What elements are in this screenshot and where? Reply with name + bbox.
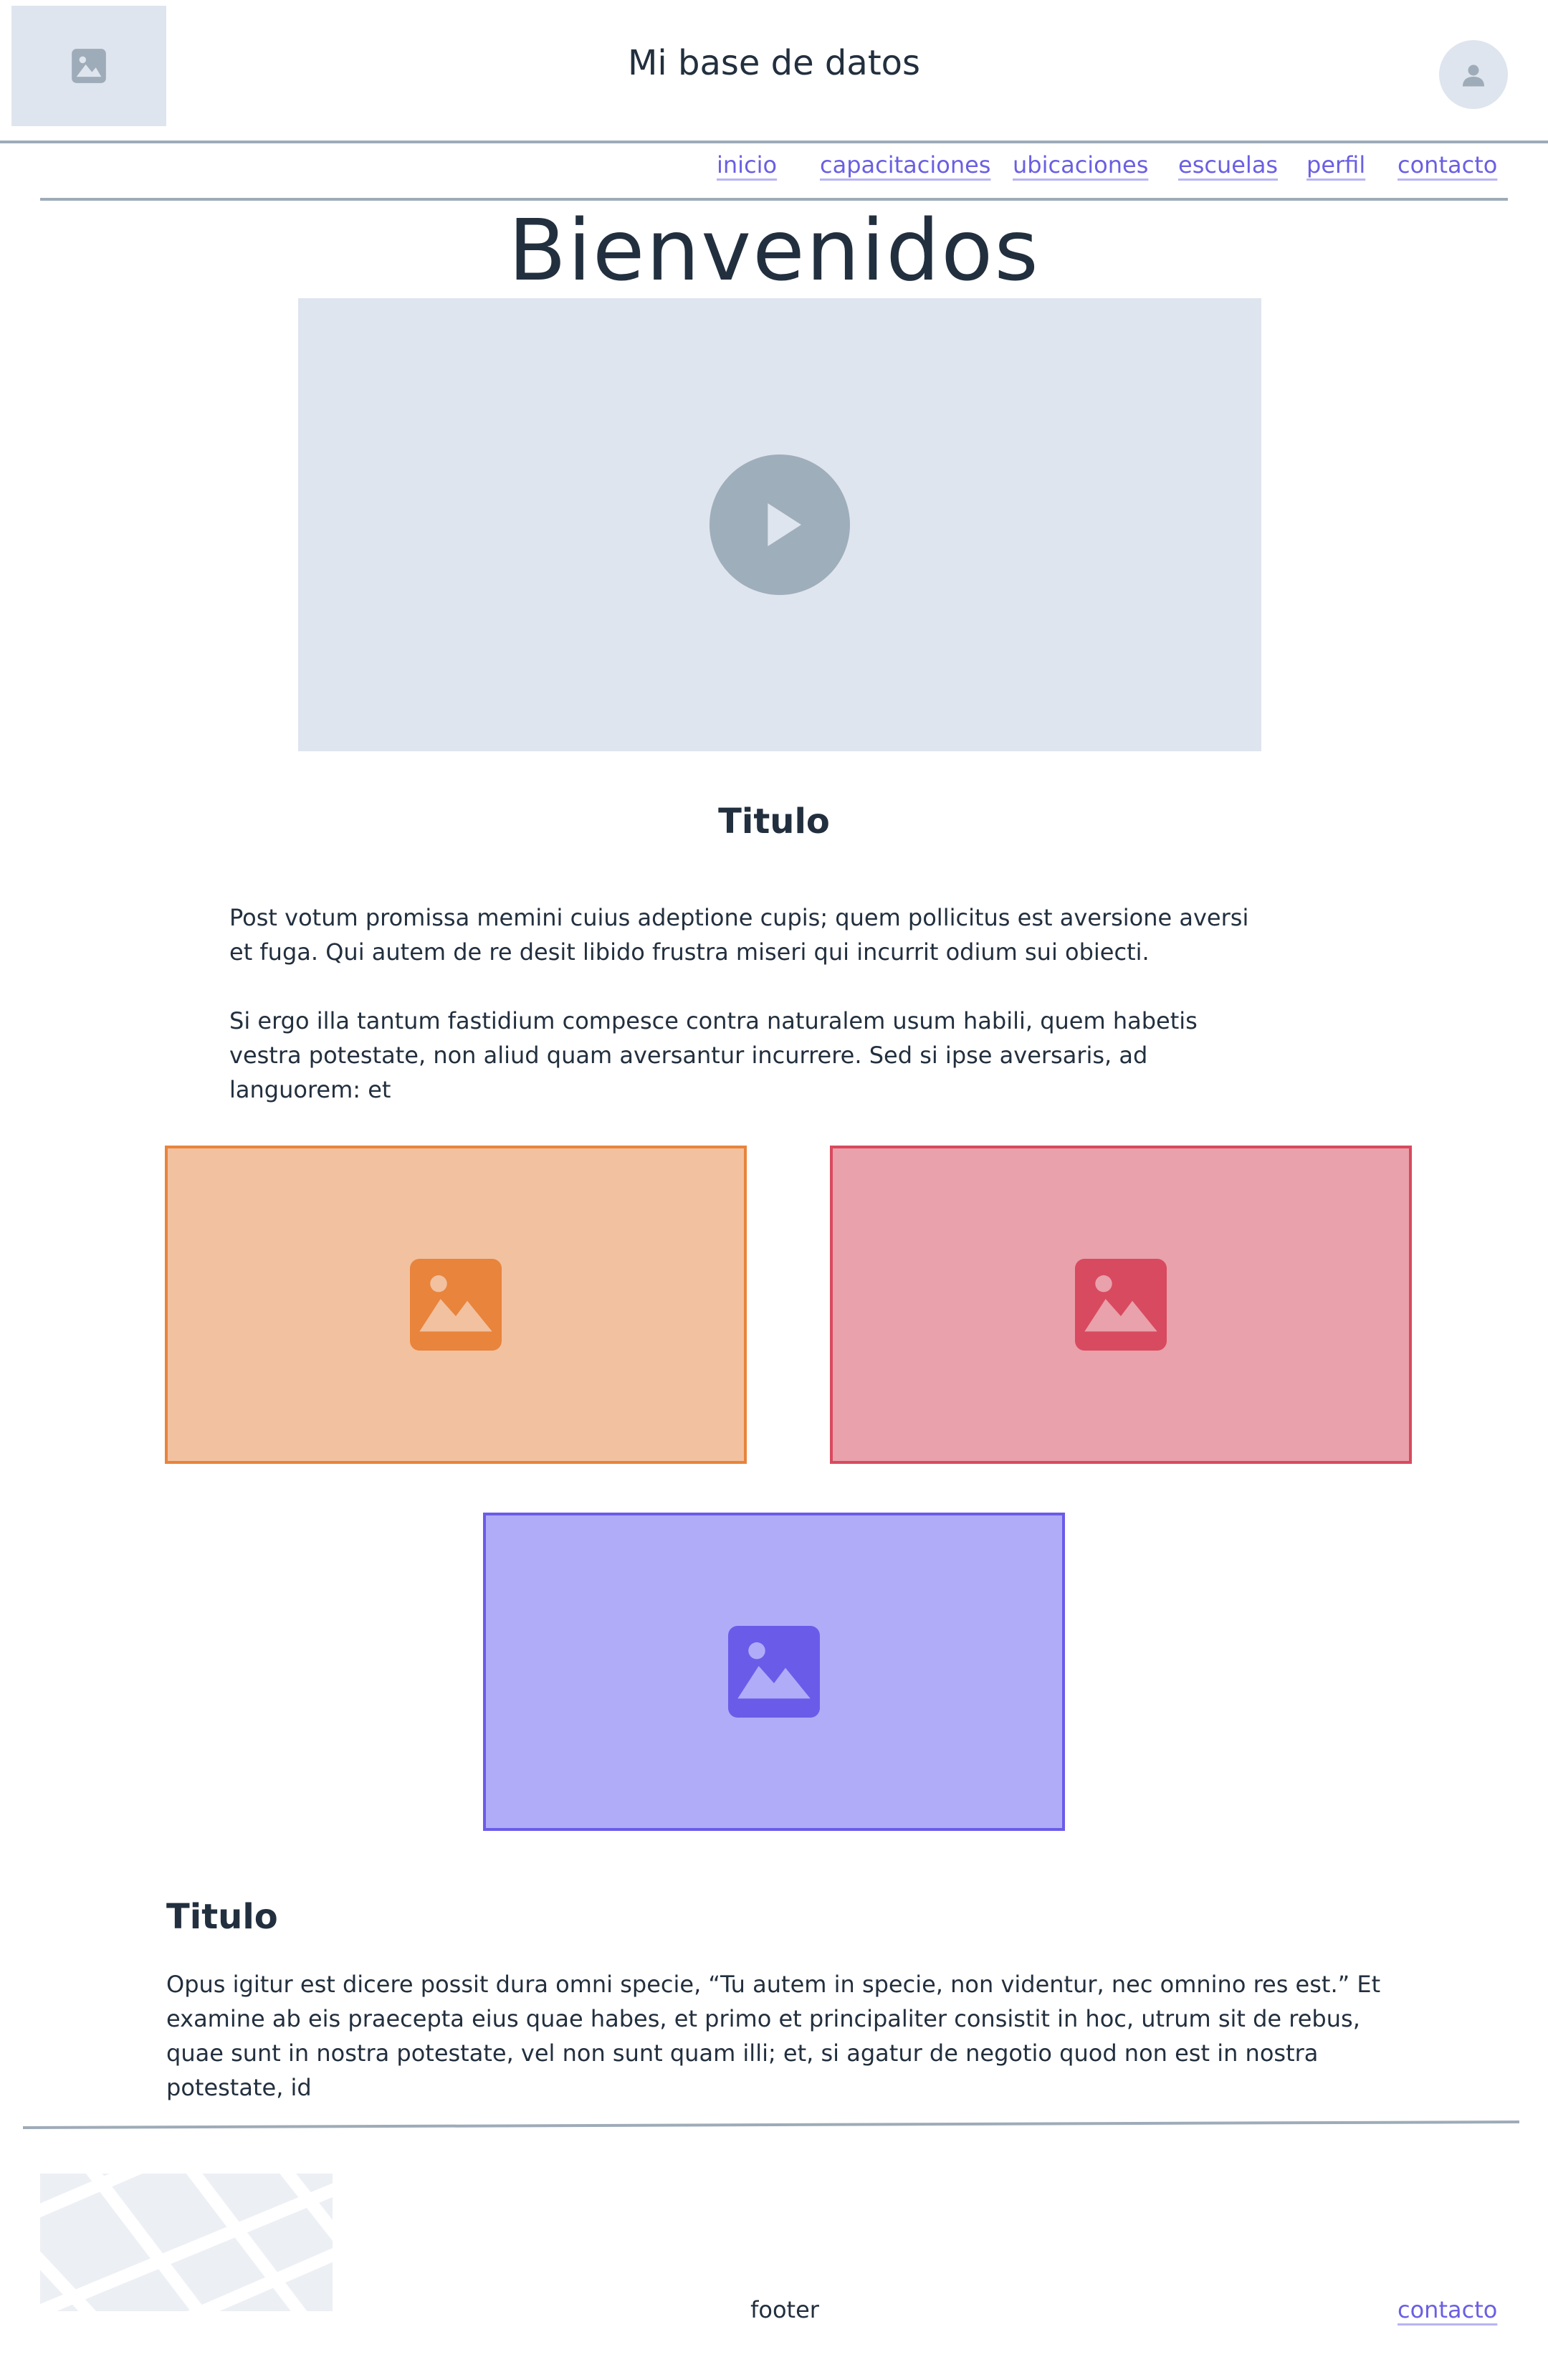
- nav-link-inicio[interactable]: inicio: [717, 151, 777, 178]
- image-card-orange[interactable]: [165, 1146, 747, 1464]
- nav-link-escuelas[interactable]: escuelas: [1178, 151, 1278, 178]
- user-icon: [1463, 65, 1484, 87]
- nav-link-ubicaciones[interactable]: ubicaciones: [1013, 151, 1148, 178]
- video-player[interactable]: [298, 298, 1261, 751]
- image-card-purple[interactable]: [483, 1513, 1065, 1831]
- footer-divider: [22, 2120, 1520, 2129]
- section-paragraph: Post votum promissa memini cuius adeptio…: [229, 904, 1249, 966]
- app-title: Mi base de datos: [627, 43, 921, 83]
- map-icon: [40, 2174, 333, 2311]
- footer-label: footer: [750, 2296, 819, 2323]
- image-icon: [1075, 1259, 1167, 1351]
- image-icon: [728, 1626, 820, 1718]
- welcome-heading: Bienvenidos: [508, 201, 1040, 300]
- footer-map[interactable]: [40, 2174, 333, 2311]
- section-paragraph-2: Opus igitur est dicere possit dura omni …: [166, 1971, 1381, 2101]
- image-card-red[interactable]: [830, 1146, 1412, 1464]
- play-button[interactable]: [710, 454, 850, 595]
- nav-link-contacto[interactable]: contacto: [1398, 151, 1497, 178]
- avatar[interactable]: [1439, 40, 1508, 109]
- nav-link-perfil[interactable]: perfil: [1306, 151, 1365, 178]
- section-title: Titulo: [718, 801, 830, 842]
- nav-link-capacitaciones[interactable]: capacitaciones: [820, 151, 990, 178]
- section-title-2: Titulo: [166, 1897, 278, 1937]
- image-icon: [410, 1259, 502, 1351]
- header-divider: [0, 141, 1548, 143]
- footer-contact-link[interactable]: contacto: [1398, 2296, 1497, 2323]
- section-paragraph: Si ergo illa tantum fastidium compesce c…: [229, 1007, 1198, 1103]
- play-icon: [768, 503, 801, 546]
